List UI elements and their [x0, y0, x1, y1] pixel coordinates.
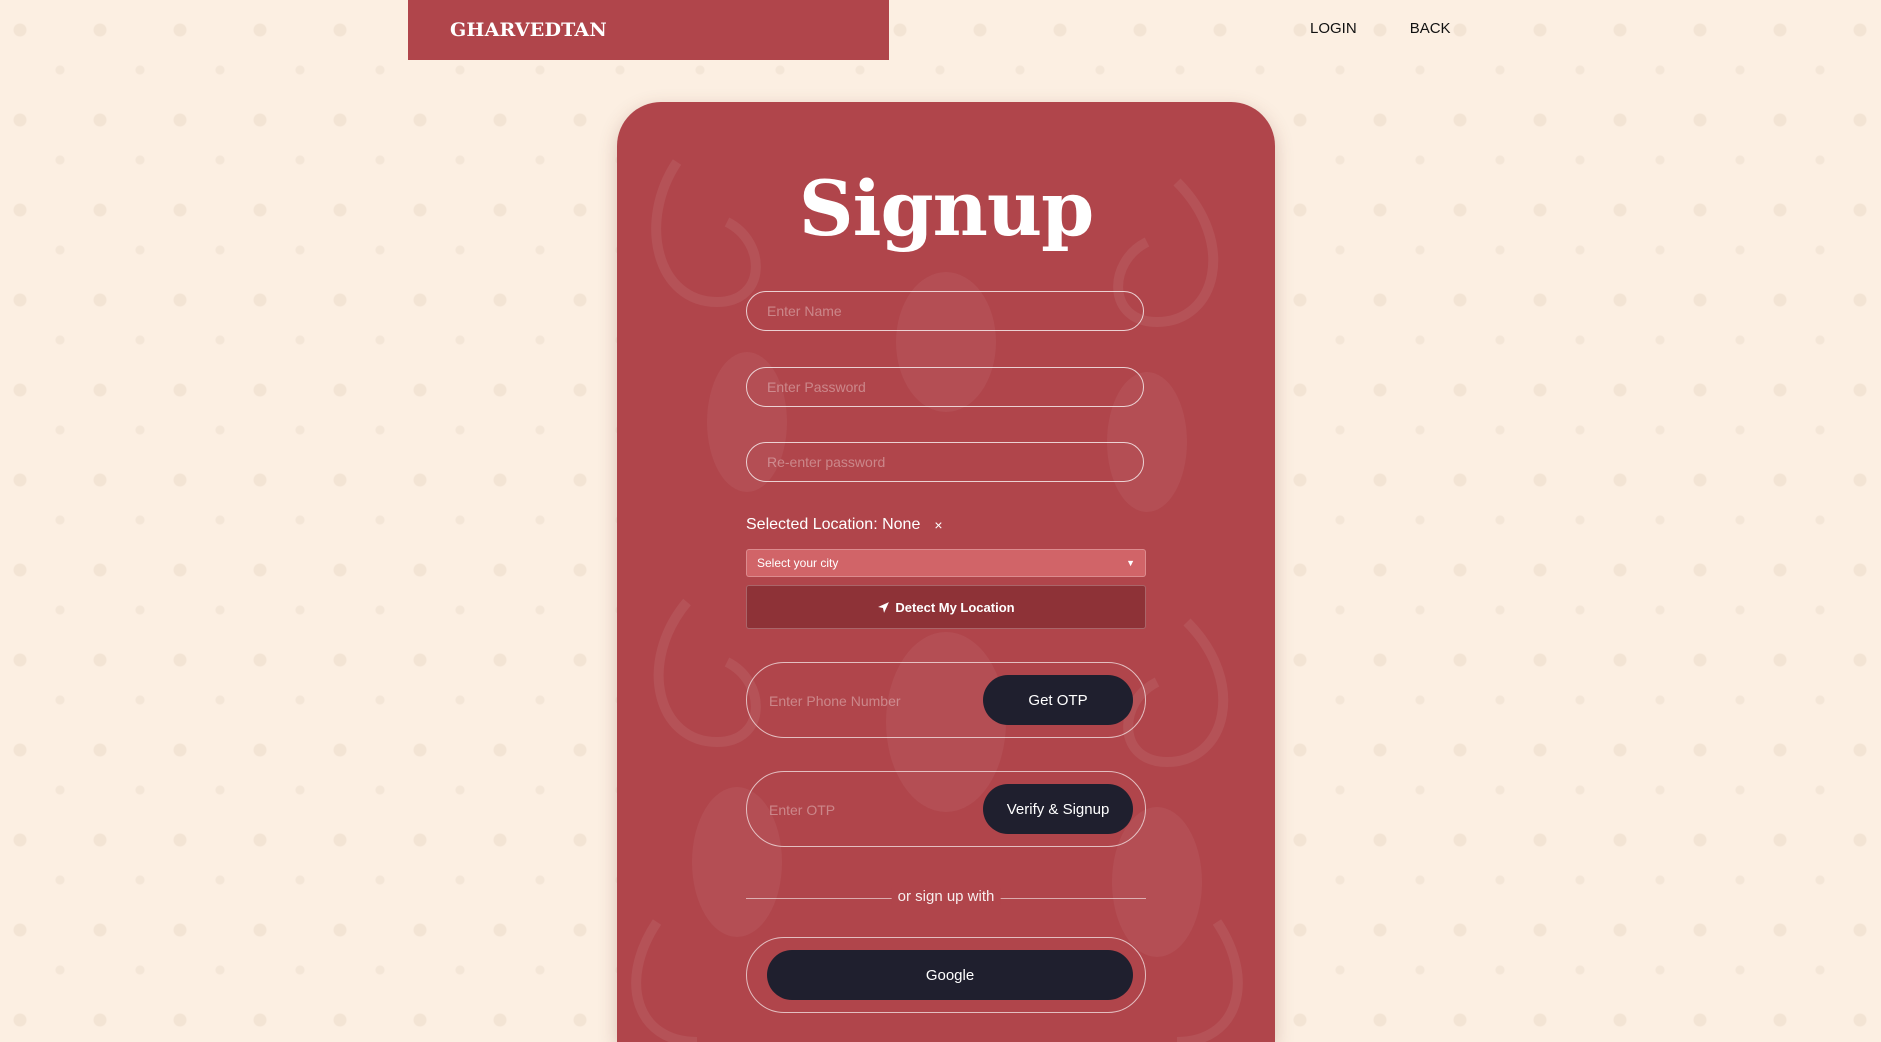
- login-link[interactable]: LOGIN: [1310, 20, 1357, 37]
- top-nav: LOGIN BACK: [1310, 20, 1451, 37]
- chevron-down-icon: ▼: [1126, 558, 1135, 568]
- back-link[interactable]: BACK: [1410, 20, 1451, 37]
- google-signup-button[interactable]: Google: [767, 950, 1133, 1000]
- divider-text: or sign up with: [891, 888, 1001, 905]
- password-input[interactable]: [746, 367, 1144, 407]
- signup-card: Signup Selected Location: None × Select …: [617, 102, 1275, 1042]
- google-group: Google: [746, 937, 1146, 1013]
- detect-location-label: Detect My Location: [895, 599, 1015, 615]
- selected-location-row: Selected Location: None ×: [746, 516, 943, 534]
- clear-location-icon[interactable]: ×: [934, 517, 942, 533]
- verify-signup-button[interactable]: Verify & Signup: [983, 784, 1133, 834]
- selected-location-text: Selected Location: None: [746, 516, 921, 533]
- reenter-password-input[interactable]: [746, 442, 1144, 482]
- phone-group: Get OTP: [746, 662, 1146, 738]
- detect-location-button[interactable]: Detect My Location: [746, 585, 1146, 629]
- page-title: Signup: [798, 164, 1095, 253]
- divider: or sign up with: [746, 888, 1146, 908]
- name-input[interactable]: [746, 291, 1144, 331]
- brand-bar: GHARVEDTAN: [408, 0, 889, 60]
- get-otp-button[interactable]: Get OTP: [983, 675, 1133, 725]
- otp-input[interactable]: [767, 794, 971, 826]
- city-select-label: Select your city: [757, 556, 839, 570]
- location-arrow-icon: [878, 601, 890, 613]
- brand-logo-text[interactable]: GHARVEDTAN: [450, 19, 607, 41]
- city-select[interactable]: Select your city ▼: [746, 549, 1146, 577]
- phone-input[interactable]: [767, 685, 971, 717]
- otp-group: Verify & Signup: [746, 771, 1146, 847]
